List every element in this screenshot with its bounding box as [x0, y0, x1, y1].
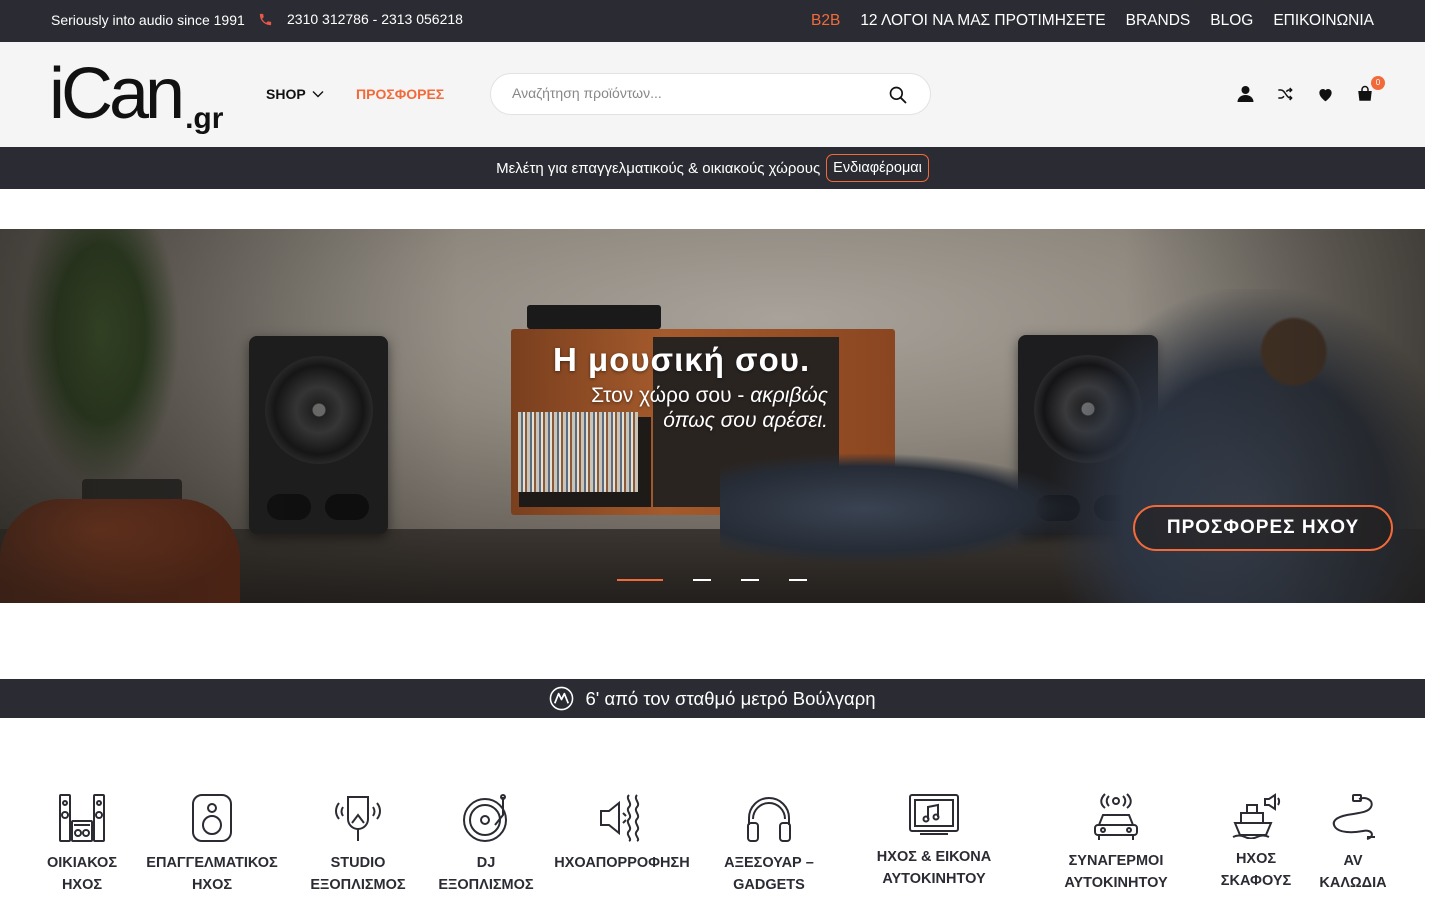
category-dj[interactable]: DJ ΕΞΟΠΛΙΣΜΟΣ — [434, 793, 538, 896]
top-nav-brands[interactable]: BRANDS — [1126, 12, 1191, 30]
page: Seriously into audio since 1991 2310 312… — [0, 0, 1425, 900]
category-label-line2: ΣΚΑΦΟΥΣ — [1220, 873, 1292, 889]
phone-numbers: 2310 312786 - 2313 056218 — [287, 11, 463, 27]
category-label-line1: ΗΧΟΑΠΟΡΡΟΦΗΣΗ — [554, 855, 690, 871]
category-label-line2: GADGETS — [733, 877, 805, 893]
category-label-line1: STUDIO — [330, 855, 386, 871]
category-label-line1: ΟΙΚΙΑΚΟΣ — [46, 855, 118, 871]
microphone-icon — [335, 796, 381, 841]
category-label-line2: ΕΞΟΠΛΙΣΜΟΣ — [310, 877, 406, 893]
headphones-icon — [747, 797, 791, 842]
metro-bar: 6' από τον σταθμό μετρό Βούλγαρη — [0, 679, 1425, 718]
hero-title: Η μουσική σου. — [553, 341, 811, 378]
top-bar: Seriously into audio since 1991 2310 312… — [0, 0, 1425, 42]
tagline: Seriously into audio since 1991 — [51, 12, 245, 28]
top-nav: B2B 12 ΛΟΓΟΙ ΝΑ ΜΑΣ ΠΡΟΤΙΜΗΣΕΤΕ BRANDS B… — [811, 0, 1374, 42]
slider-dot-3[interactable] — [741, 579, 759, 581]
top-nav-contact[interactable]: ΕΠΙΚΟΙΝΩΝΙΑ — [1273, 12, 1374, 30]
phone-icon — [259, 13, 272, 25]
audio-offers-button[interactable]: ΠΡΟΣΦΟΡΕΣ ΗΧΟΥ — [1133, 505, 1393, 551]
cart-button[interactable]: 0 — [1354, 76, 1385, 104]
shop-menu[interactable]: SHOP — [266, 86, 324, 102]
logo-suffix: .gr — [185, 102, 224, 135]
category-label-line1: ΕΠΑΓΓΕΛΜΑΤΙΚΟΣ — [146, 855, 278, 871]
category-label-line1: DJ — [476, 855, 496, 871]
offers-link[interactable]: ΠΡΟΣΦΟΡΕΣ — [356, 86, 444, 102]
legs-image — [720, 454, 1080, 564]
logo-main: iCan — [49, 54, 185, 134]
promo-bar: Μελέτη για επαγγελματικούς & οικιακούς χ… — [0, 147, 1425, 189]
category-label-line1: ΗΧΟΣ & ΕΙΚΟΝΑ — [876, 849, 992, 865]
hero-subtitle: Στον χώρο σου - ακριβώς όπως σου αρέσει. — [553, 383, 828, 433]
header-actions: 0 — [1234, 76, 1385, 104]
category-pro-audio[interactable]: ΕΠΑΓΓΕΛΜΑΤΙΚΟΣ ΗΧΟΣ — [144, 793, 280, 896]
category-label-line2: ΑΥΤΟΚΙΝΗΤΟΥ — [882, 871, 986, 887]
category-label-line2: ΗΧΟΣ — [61, 877, 103, 893]
hero-caption: Η μουσική σου. Στον χώρο σου - ακριβώς ό… — [553, 341, 828, 433]
cart-icon — [1358, 85, 1372, 101]
category-av-cables[interactable]: AV ΚΑΛΩΔΙΑ — [1316, 793, 1390, 894]
heart-icon — [1318, 88, 1332, 101]
metro-text: 6' από τον σταθμό μετρό Βούλγαρη — [585, 687, 876, 709]
slider-dot-2[interactable] — [693, 579, 711, 581]
category-label-line1: AV — [1343, 853, 1363, 869]
category-label-line1: ΣΥΝΑΓΕΡΜΟΙ — [1068, 853, 1164, 869]
hero-subtitle-plain: Στον χώρο σου - — [591, 384, 751, 407]
hero-subtitle-italic-1: ακριβώς — [750, 384, 828, 407]
hero-subtitle-italic-2: όπως σου αρέσει. — [663, 409, 828, 432]
category-acoustic[interactable]: ΗΧΟΑΠΟΡΡΟΦΗΣΗ — [552, 793, 692, 874]
speaker-icon — [192, 794, 232, 842]
category-boat-audio[interactable]: ΗΧΟΣ ΣΚΑΦΟΥΣ — [1216, 793, 1296, 892]
chevron-down-icon — [312, 91, 324, 98]
category-studio[interactable]: STUDIO ΕΞΟΠΛΙΣΜΟΣ — [306, 793, 410, 896]
site-logo[interactable]: iCan .gr — [49, 54, 223, 134]
category-label-line2: ΑΥΤΟΚΙΝΗΤΟΥ — [1064, 875, 1168, 891]
metro-icon — [550, 686, 574, 711]
main-header: iCan .gr SHOP ΠΡΟΣΦΟΡΕΣ 0 — [0, 42, 1425, 147]
wishlist-button[interactable] — [1314, 84, 1336, 104]
category-label-line2: ΗΧΟΣ — [191, 877, 233, 893]
turntable-image — [527, 305, 661, 329]
car-multimedia-icon — [909, 794, 959, 835]
search-icon[interactable] — [888, 85, 908, 105]
top-nav-reasons[interactable]: 12 ΛΟΓΟΙ ΝΑ ΜΑΣ ΠΡΟΤΙΜΗΣΕΤΕ — [860, 12, 1105, 30]
boat-audio-icon — [1232, 793, 1281, 839]
category-car-alarms[interactable]: ΣΥΝΑΓΕΡΜΟΙ ΑΥΤΟΚΙΝΗΤΟΥ — [1058, 793, 1174, 894]
hero-slider: Η μουσική σου. Στον χώρο σου - ακριβώς ό… — [0, 229, 1425, 603]
interest-button[interactable]: Ενδιαφέρομαι — [826, 154, 929, 182]
category-home-audio[interactable]: ΟΙΚΙΑΚΟΣ ΗΧΟΣ — [42, 793, 122, 896]
car-alarm-icon — [1094, 793, 1138, 840]
promo-text: Μελέτη για επαγγελματικούς & οικιακούς χ… — [496, 159, 821, 177]
slider-dots — [617, 579, 807, 581]
home-audio-icon — [59, 794, 105, 842]
cart-count-badge: 0 — [1371, 76, 1385, 90]
category-label-line1: ΑΞΕΣΟΥΑΡ – — [724, 855, 814, 871]
top-nav-b2b[interactable]: B2B — [811, 12, 840, 30]
category-label-line2: ΕΞΟΠΛΙΣΜΟΣ — [438, 877, 534, 893]
search-bar — [490, 73, 931, 115]
shop-menu-label: SHOP — [266, 86, 306, 102]
compare-icon — [1278, 87, 1293, 101]
category-label-line1: ΗΧΟΣ — [1235, 851, 1277, 867]
compare-button[interactable] — [1274, 84, 1296, 104]
account-button[interactable] — [1234, 84, 1256, 104]
slider-dot-4[interactable] — [789, 579, 807, 581]
acoustic-panel-icon — [600, 794, 640, 842]
user-icon — [1237, 86, 1253, 102]
hero-shadow-left — [0, 229, 460, 603]
top-nav-blog[interactable]: BLOG — [1210, 12, 1253, 30]
cable-icon — [1332, 794, 1375, 840]
category-car-audio-video[interactable]: ΗΧΟΣ & ΕΙΚΟΝΑ ΑΥΤΟΚΙΝΗΤΟΥ — [872, 793, 996, 890]
category-accessories[interactable]: ΑΞΕΣΟΥΑΡ – GADGETS — [718, 793, 820, 896]
category-label-line2: ΚΑΛΩΔΙΑ — [1319, 875, 1387, 891]
slider-dot-1[interactable] — [617, 579, 663, 581]
turntable-icon — [463, 794, 507, 842]
search-input[interactable] — [512, 85, 872, 101]
phone-contact[interactable]: 2310 312786 - 2313 056218 — [258, 11, 463, 27]
